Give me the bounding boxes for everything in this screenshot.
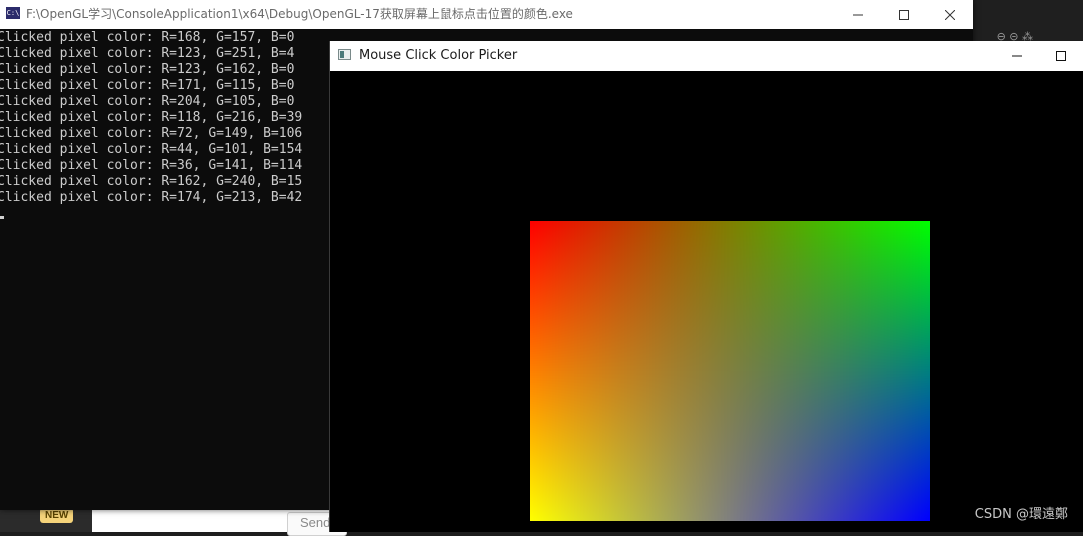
close-icon [945, 9, 955, 20]
console-app-icon: C:\ [6, 7, 20, 19]
new-badge: NEW [40, 508, 74, 523]
background-editor-panel: ⊖ ⊝ ⁂ [973, 0, 1083, 43]
maximize-icon [899, 9, 909, 20]
csdn-watermark: CSDN @環遠鄭 [974, 507, 1068, 522]
console-output-line: Clicked pixel color: R=162, G=240, B=15 [0, 174, 303, 189]
console-output: Clicked pixel color: R=168, G=157, B=0 Cl… [0, 30, 330, 230]
console-output-line: Clicked pixel color: R=123, G=251, B=4 [0, 46, 295, 61]
gl-window-titlebar[interactable]: Mouse Click Color Picker [330, 41, 1083, 71]
console-output-line: Clicked pixel color: R=171, G=115, B=0 [0, 78, 295, 93]
gl-minimize-button[interactable] [994, 41, 1040, 71]
console-maximize-button[interactable] [881, 0, 927, 29]
console-titlebar[interactable]: C:\ F:\OpenGL学习\ConsoleApplication1\x64\… [0, 0, 973, 29]
console-output-line: Clicked pixel color: R=168, G=157, B=0 [0, 30, 295, 45]
console-close-button[interactable] [927, 0, 973, 29]
console-minimize-button[interactable] [835, 0, 881, 29]
gl-maximize-button[interactable] [1038, 41, 1083, 71]
console-output-line: Clicked pixel color: R=123, G=162, B=0 [0, 62, 295, 77]
console-output-line: Clicked pixel color: R=174, G=213, B=42 [0, 190, 303, 205]
console-output-line: Clicked pixel color: R=44, G=101, B=154 [0, 142, 303, 157]
console-output-line: Clicked pixel color: R=118, G=216, B=39 [0, 110, 303, 125]
console-title: F:\OpenGL学习\ConsoleApplication1\x64\Debu… [26, 7, 573, 21]
console-cursor [0, 216, 4, 219]
gl-window: Mouse Click Color Picker CSDN @環遠鄭 [329, 41, 1083, 532]
gradient-quad-canvas[interactable] [530, 221, 930, 521]
gl-window-title: Mouse Click Color Picker [359, 48, 518, 63]
console-output-line: Clicked pixel color: R=72, G=149, B=106 [0, 126, 303, 141]
maximize-icon [1056, 51, 1066, 61]
minimize-icon [853, 14, 863, 15]
console-output-line: Clicked pixel color: R=36, G=141, B=114 [0, 158, 303, 173]
gl-app-icon [338, 49, 351, 60]
minimize-icon [1012, 55, 1022, 57]
console-output-line: Clicked pixel color: R=204, G=105, B=0 [0, 94, 295, 109]
